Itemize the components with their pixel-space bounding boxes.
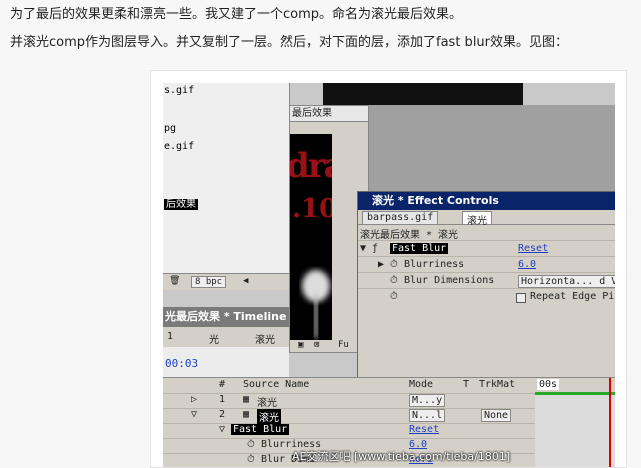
- current-time[interactable]: 00:03: [165, 357, 198, 370]
- stopwatch-icon[interactable]: ⏱: [390, 275, 398, 286]
- layer-name[interactable]: 滚光: [257, 409, 281, 424]
- stopwatch-icon[interactable]: ⏱: [390, 259, 398, 270]
- param-row: ⏱ Repeat Edge Pi: [358, 288, 615, 305]
- header-t: T: [463, 379, 470, 390]
- expand-down-icon[interactable]: ▽: [191, 409, 197, 420]
- current-time-indicator[interactable]: [609, 378, 611, 467]
- timeline-time: 00:03: [163, 347, 289, 377]
- effect-path: 滚光最后效果 * 滚光: [360, 230, 459, 241]
- timeline-graph[interactable]: [535, 392, 615, 467]
- project-item[interactable]: pg: [164, 123, 176, 134]
- layer-num: 1: [219, 394, 226, 405]
- fx-toggle-icon[interactable]: ƒ: [372, 243, 378, 254]
- effect-controls-title[interactable]: 滚光 * Effect Controls: [358, 192, 615, 210]
- fx-reset-button[interactable]: Reset: [409, 424, 439, 435]
- scroll-left-icon[interactable]: ◀: [243, 276, 248, 286]
- fx-name[interactable]: Fast Blur: [231, 424, 290, 435]
- expand-down-icon[interactable]: ▽: [219, 424, 225, 435]
- layer-num: 2: [219, 409, 226, 420]
- dark-strip: [323, 83, 523, 105]
- project-panel: s.gif pg e.gif 后效果 🗑 8 bpc ◀: [163, 83, 290, 290]
- param-name: Blur Dimensions: [404, 275, 495, 286]
- mode-dropdown[interactable]: M...y: [409, 394, 446, 407]
- expand-right-icon[interactable]: ▶: [378, 259, 384, 270]
- grid-icon[interactable]: ▣: [298, 340, 303, 350]
- bpc-button[interactable]: 8 bpc: [191, 276, 227, 288]
- comp-icon: ▦: [243, 394, 250, 405]
- project-item[interactable]: s.gif: [164, 85, 194, 96]
- header-source: Source Name: [243, 379, 310, 390]
- header-mode: Mode: [409, 379, 434, 390]
- project-item[interactable]: e.gif: [164, 141, 194, 152]
- paragraph-1: 为了最后的效果更柔和漂亮一些。我又建了一个comp。命名为滚光最后效果。: [10, 7, 463, 22]
- header-num: #: [219, 379, 226, 390]
- comp-canvas: dragon .10.23: [290, 134, 332, 340]
- stopwatch-icon[interactable]: ⏱: [247, 439, 255, 450]
- project-item-selected[interactable]: 后效果: [164, 195, 198, 210]
- time-ruler: 00s: [537, 379, 560, 390]
- param-name: Blurriness: [404, 259, 465, 270]
- blur-dimensions-dropdown[interactable]: Horizonta... d V: [518, 275, 615, 288]
- expand-down-icon[interactable]: ▼: [360, 243, 366, 254]
- tab-glow[interactable]: 滚光: [462, 211, 492, 227]
- comp-tab[interactable]: 最后效果: [290, 106, 368, 122]
- blurred-light-shape: [302, 270, 330, 338]
- after-effects-ui: s.gif pg e.gif 后效果 🗑 8 bpc ◀ 最后效果 dragon…: [163, 83, 615, 467]
- param-row: ⏱ Blur Dimensions Horizonta... d V: [358, 272, 615, 289]
- footer-watermark: AE交流区吧 [www.tieba.com/tieba/1801]: [292, 450, 511, 463]
- work-area-bar: [535, 392, 615, 395]
- effect-row: ▼ ƒ Fast Blur Reset: [358, 240, 615, 257]
- effect-controls-tabs: barpass.gif 滚光: [358, 210, 615, 227]
- layer-name[interactable]: 滚光: [257, 394, 277, 409]
- param-value[interactable]: 6.0: [518, 259, 536, 270]
- screenshot-image: s.gif pg e.gif 后效果 🗑 8 bpc ◀ 最后效果 dragon…: [150, 70, 627, 468]
- trkmat-dropdown[interactable]: None: [481, 409, 512, 422]
- project-toolbar: 🗑 8 bpc ◀: [163, 273, 289, 290]
- param-row: ▶ ⏱ Blurriness 6.0: [358, 256, 615, 273]
- expand-right-icon[interactable]: ▷: [191, 394, 197, 405]
- subtab[interactable]: 滚光: [255, 331, 275, 346]
- mask-icon[interactable]: ⊠: [314, 340, 319, 350]
- header-trkmat: TrkMat: [479, 379, 516, 390]
- param-value: Repeat Edge Pi: [530, 291, 615, 302]
- tab-barpass[interactable]: barpass.gif: [362, 211, 439, 224]
- subtab[interactable]: 1: [167, 331, 173, 342]
- stopwatch-icon[interactable]: ⏱: [247, 454, 255, 465]
- comp-toolbar-label: Fu: [338, 340, 349, 350]
- effect-name[interactable]: Fast Blur: [390, 243, 449, 254]
- grey-area: [367, 105, 615, 193]
- paragraph-2: 并滚光comp作为图层导入。并又复制了一层。然后，对下面的层，添加了fast b…: [10, 35, 569, 50]
- comp-icon: ▦: [243, 409, 250, 420]
- timeline-subtabs: 1 光 滚光: [163, 327, 289, 347]
- mode-dropdown[interactable]: N...l: [409, 409, 446, 422]
- trash-icon[interactable]: 🗑: [169, 276, 180, 286]
- subtab[interactable]: 光: [209, 331, 219, 346]
- stopwatch-icon[interactable]: ⏱: [390, 291, 398, 302]
- effect-controls-panel: 滚光 * Effect Controls barpass.gif 滚光 滚光最后…: [357, 191, 615, 383]
- reset-button[interactable]: Reset: [518, 243, 548, 254]
- timeline-tab[interactable]: 光最后效果 * Timeline: [163, 307, 289, 327]
